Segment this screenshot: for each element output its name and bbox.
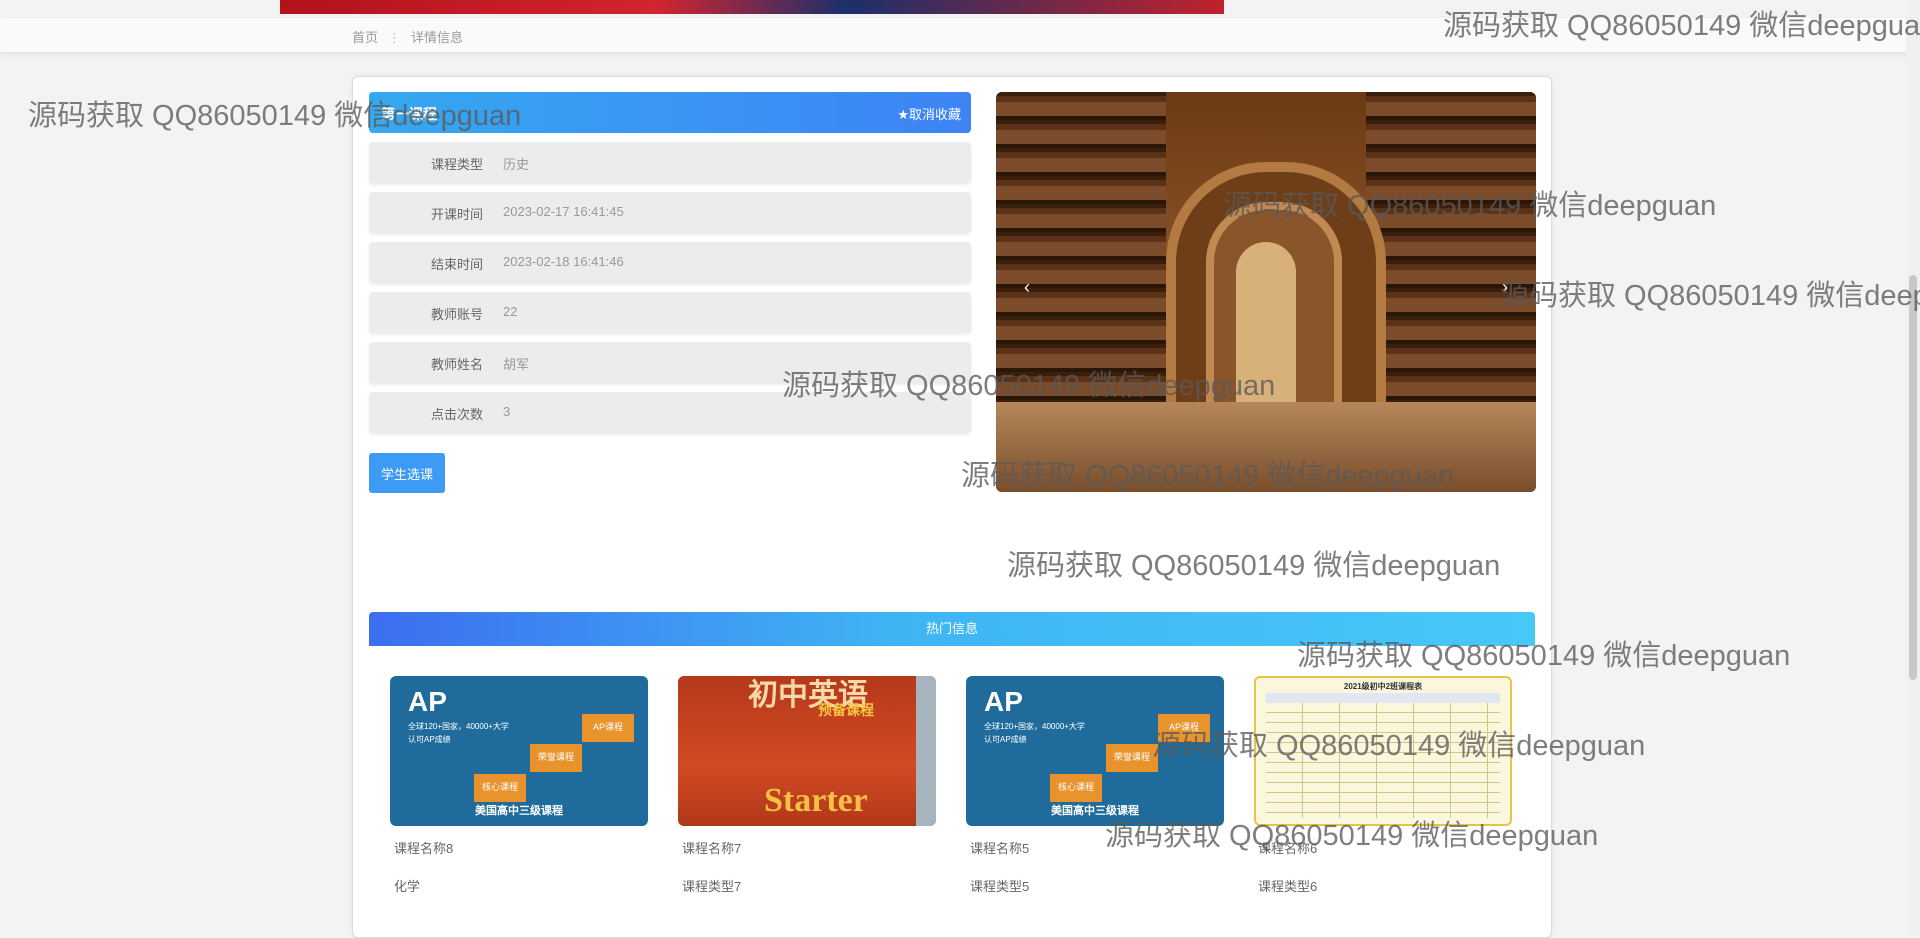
thumb-block-ap: AP课程 — [582, 714, 634, 742]
thumb-subtitle: 全球120+国家，40000+大学 认可AP成绩 — [984, 722, 1085, 744]
info-label: 点击次数 — [430, 407, 483, 422]
hot-item-name[interactable]: 课程名称6 — [1254, 838, 1512, 857]
thumb-timetable-grid — [1266, 693, 1500, 818]
unfavorite-button[interactable]: ★取消收藏 — [897, 104, 961, 123]
detail-panel: 第一课程 ★取消收藏 课程类型 历史 开课时间 2023-02-17 16:41… — [352, 76, 1552, 938]
watermark-text: 源码获取 QQ86050149 微信deepguan — [1500, 280, 1920, 312]
hot-item-name[interactable]: 课程名称7 — [678, 838, 936, 857]
hot-item[interactable]: AP 全球120+国家，40000+大学 认可AP成绩 AP课程 荣誉课程 核心课… — [966, 676, 1224, 895]
hot-item[interactable]: AP 全球120+国家，40000+大学 认可AP成绩 AP课程 荣誉课程 核心课… — [390, 676, 648, 895]
course-title-bar: 第一课程 ★取消收藏 — [369, 92, 971, 133]
info-value: 胡军 — [503, 357, 530, 372]
hot-item-name[interactable]: 课程名称8 — [390, 838, 648, 857]
info-label: 开课时间 — [430, 207, 483, 222]
info-row-teacher-account: 教师账号 22 — [369, 292, 971, 333]
info-label: 教师姓名 — [430, 357, 483, 372]
info-row-end-time: 结束时间 2023-02-18 16:41:46 — [369, 242, 971, 283]
info-row-click-count: 点击次数 3 — [369, 392, 971, 433]
info-value: 3 — [503, 404, 511, 419]
scrollbar-thumb[interactable] — [1909, 275, 1917, 680]
hot-item-type: 课程类型6 — [1258, 879, 1318, 894]
hot-info-header: 热门信息 — [369, 612, 1535, 646]
thumb-footer: 美国高中三级课程 — [475, 805, 563, 817]
hot-item-type: 化学 — [394, 879, 421, 894]
breadcrumb-separator: ⋮ — [388, 30, 402, 45]
info-row-start-time: 开课时间 2023-02-17 16:41:45 — [369, 192, 971, 233]
hot-item[interactable]: 2021级初中2班课程表 课程名称6 课程类型6 — [1254, 676, 1512, 895]
hot-item-type: 课程类型7 — [682, 879, 742, 894]
carousel-next-icon[interactable]: › — [1502, 277, 1508, 298]
thumb-footer: 美国高中三级课程 — [1051, 805, 1139, 817]
info-value: 历史 — [503, 157, 530, 172]
course-image-carousel[interactable]: ‹ › — [996, 92, 1536, 492]
info-value: 2023-02-18 16:41:46 — [503, 254, 624, 269]
thumb-book-subtitle: 预备课程 — [818, 702, 874, 718]
breadcrumb-current: 详情信息 — [411, 30, 464, 45]
thumb-block-honor: 荣誉课程 — [530, 744, 582, 772]
info-row-teacher-name: 教师姓名 胡军 — [369, 342, 971, 383]
breadcrumb-bar: 首页 ⋮ 详情信息 — [0, 18, 1920, 52]
thumb-block-core: 核心课程 — [1050, 774, 1102, 802]
thumb-ap-title: AP — [408, 686, 447, 717]
student-select-course-button[interactable]: 学生选课 — [369, 453, 445, 493]
page-scrollbar[interactable] — [1906, 0, 1920, 936]
info-label: 课程类型 — [430, 157, 483, 172]
info-label: 教师账号 — [430, 307, 483, 322]
thumb-timetable-title: 2021级初中2班课程表 — [1343, 682, 1423, 691]
course-title: 第一课程 — [381, 106, 437, 122]
hot-item-thumbnail[interactable]: AP 全球120+国家，40000+大学 认可AP成绩 AP课程 荣誉课程 核心课… — [390, 676, 648, 826]
carousel-prev-icon[interactable]: ‹ — [1024, 277, 1030, 298]
hot-item-thumbnail[interactable]: 初中英语 预备课程 Starter — [678, 676, 936, 826]
hot-item-type: 课程类型5 — [970, 879, 1030, 894]
hot-item-name[interactable]: 课程名称5 — [966, 838, 1224, 857]
library-floor — [996, 402, 1536, 492]
thumb-ap-title: AP — [984, 686, 1023, 717]
thumb-block-honor: 荣誉课程 — [1106, 744, 1158, 772]
thumb-side-strip — [916, 676, 936, 826]
thumb-block-core: 核心课程 — [474, 774, 526, 802]
breadcrumb-home-link[interactable]: 首页 — [352, 30, 378, 45]
top-banner-image — [280, 0, 1224, 14]
info-value: 22 — [503, 304, 518, 319]
hot-item-thumbnail[interactable]: 2021级初中2班课程表 — [1254, 676, 1512, 826]
thumb-book-starter: Starter — [764, 782, 868, 819]
info-label: 结束时间 — [430, 257, 483, 272]
hot-item[interactable]: 初中英语 预备课程 Starter 课程名称7 课程类型7 — [678, 676, 936, 895]
hot-item-thumbnail[interactable]: AP 全球120+国家，40000+大学 认可AP成绩 AP课程 荣誉课程 核心课… — [966, 676, 1224, 826]
breadcrumb: 首页 ⋮ 详情信息 — [352, 27, 463, 46]
info-value: 2023-02-17 16:41:45 — [503, 204, 624, 219]
thumb-subtitle: 全球120+国家，40000+大学 认可AP成绩 — [408, 722, 509, 744]
thumb-block-ap: AP课程 — [1158, 714, 1210, 742]
info-row-course-type: 课程类型 历史 — [369, 142, 971, 183]
library-corridor — [1236, 242, 1296, 422]
